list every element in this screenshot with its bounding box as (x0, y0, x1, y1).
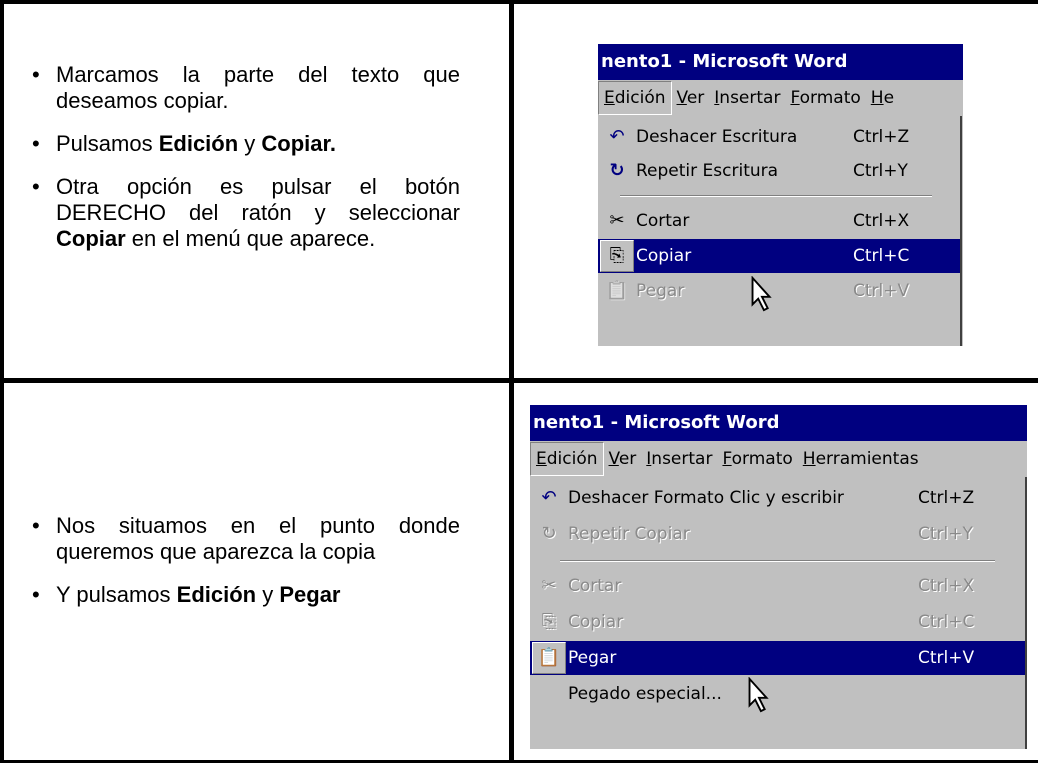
menu-separator (560, 560, 995, 562)
copy-icon: ⎘ (541, 611, 557, 632)
menu-item-copiar[interactable]: ⎘ Copiar Ctrl+C (598, 239, 960, 273)
row2-bullet-list: Nos situamos en el punto donde queremos … (14, 513, 460, 608)
menu-item-deshacer[interactable]: ↶ Deshacer Formato Clic y escribir Ctrl+… (530, 481, 1025, 515)
scissors-icon: ✂ (541, 575, 557, 596)
menu-item-repetir[interactable]: ↻ Repetir Copiar Ctrl+Y (530, 517, 1025, 551)
edit-dropdown-menu: ↶ Deshacer Escritura Ctrl+Z ↻ Repetir Es… (598, 116, 962, 346)
menu-insertar[interactable]: Insertar (709, 80, 785, 116)
list-item: Nos situamos en el punto donde queremos … (14, 513, 460, 565)
table-border-left (0, 0, 4, 763)
menu-item-deshacer[interactable]: ↶ Deshacer Escritura Ctrl+Z (598, 120, 960, 154)
list-item: Pulsamos Edición y Copiar. (14, 131, 460, 157)
menu-bar: Edición Ver Insertar Formato He (598, 80, 963, 116)
menu-ver[interactable]: Ver (604, 441, 642, 477)
table-border-top (0, 0, 1038, 4)
word-edit-menu-screenshot-copy: nento1 - Microsoft Word Edición Ver Insert… (598, 44, 963, 346)
paste-icon: 📋 (537, 647, 561, 668)
menu-item-copiar[interactable]: ⎘ Copiar Ctrl+C (530, 605, 1025, 639)
list-item: Otra opción es pulsar el botón DERECHO d… (14, 174, 460, 252)
copy-icon: ⎘ (609, 245, 625, 266)
scissors-icon: ✂ (609, 210, 625, 231)
mouse-cursor-icon (748, 677, 769, 713)
list-item: Marcamos la parte del texto que deseamos… (14, 62, 460, 114)
menu-item-pegado-especial[interactable]: Pegado especial... (530, 677, 1025, 711)
menu-ver[interactable]: Ver (672, 80, 710, 116)
menu-insertar[interactable]: Insertar (641, 441, 717, 477)
window-title: nento1 - Microsoft Word (530, 405, 1027, 441)
row1-bullet-list: Marcamos la parte del texto que deseamos… (14, 62, 460, 252)
menu-bar: Edición Ver Insertar Formato Herramientas (530, 441, 1027, 477)
table-border-middle (0, 378, 1038, 383)
table-border-center (509, 0, 514, 763)
menu-herramientas[interactable]: Herramientas (798, 441, 924, 477)
mouse-cursor-icon (751, 276, 772, 312)
row2-text-cell: Nos situamos en el punto donde queremos … (14, 513, 460, 608)
menu-item-cortar[interactable]: ✂ Cortar Ctrl+X (598, 204, 960, 238)
window-title: nento1 - Microsoft Word (598, 44, 963, 80)
edit-dropdown-menu: ↶ Deshacer Formato Clic y escribir Ctrl+… (530, 477, 1027, 749)
menu-edicion[interactable]: Edición (598, 81, 672, 115)
redo-icon: ↻ (609, 160, 625, 181)
menu-separator (620, 195, 932, 197)
menu-formato[interactable]: Formato (785, 80, 865, 116)
menu-item-pegar[interactable]: 📋 Pegar Ctrl+V (530, 641, 1025, 675)
undo-icon: ↶ (541, 487, 557, 508)
menu-item-pegar[interactable]: 📋 Pegar Ctrl+V (598, 274, 960, 308)
menu-item-cortar[interactable]: ✂ Cortar Ctrl+X (530, 569, 1025, 603)
redo-icon: ↻ (541, 523, 557, 544)
menu-item-repetir[interactable]: ↻ Repetir Escritura Ctrl+Y (598, 154, 960, 188)
row1-text-cell: Marcamos la parte del texto que deseamos… (14, 62, 460, 252)
menu-herramientas[interactable]: He (866, 80, 899, 116)
list-item: Y pulsamos Edición y Pegar (14, 582, 460, 608)
instruction-table: Marcamos la parte del texto que deseamos… (0, 0, 1038, 763)
paste-icon: 📋 (605, 280, 629, 301)
menu-formato[interactable]: Formato (717, 441, 797, 477)
undo-icon: ↶ (609, 126, 625, 147)
menu-edicion[interactable]: Edición (530, 442, 604, 476)
word-edit-menu-screenshot-paste: nento1 - Microsoft Word Edición Ver Insert… (530, 405, 1027, 749)
